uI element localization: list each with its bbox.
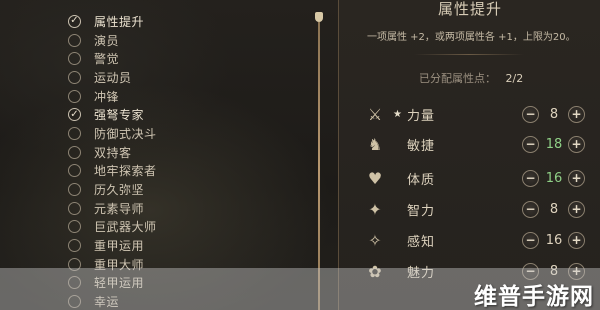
radio-circle-icon[interactable] <box>68 52 81 66</box>
attribute-name: 敏捷 <box>407 138 436 154</box>
points-value: 2/2 <box>505 72 524 85</box>
decrease-button[interactable]: − <box>522 200 539 218</box>
attribute-row: ✧ 感知 −16 + <box>339 227 600 253</box>
feat-label: 历久弥坚 <box>94 183 145 198</box>
radio-circle-icon[interactable] <box>68 183 81 197</box>
attribute-name: 体质 <box>407 172 436 188</box>
increase-button[interactable]: + <box>568 200 585 218</box>
divider <box>414 54 524 55</box>
book-icon: ✦ <box>368 199 382 219</box>
sword-arm-icon: ⚔ <box>367 104 383 124</box>
attribute-value: 8 <box>549 201 559 217</box>
feat-item[interactable]: 巨武器大师 <box>68 218 298 237</box>
radio-circle-icon[interactable] <box>68 126 81 140</box>
feat-label: 冲锋 <box>94 89 120 104</box>
feat-label: 重甲运用 <box>94 239 145 254</box>
radio-circle-icon[interactable] <box>68 70 81 84</box>
points-label: 已分配属性点： <box>419 72 496 85</box>
attribute-row: ♥ 体质 −16 + <box>339 165 600 191</box>
radio-circle-icon[interactable] <box>68 164 81 178</box>
checkmark-icon[interactable]: ✓ <box>68 108 81 122</box>
feat-label: 防御式决斗 <box>94 126 157 141</box>
decrease-button[interactable]: − <box>522 231 539 249</box>
feat-item[interactable]: 冲锋 <box>68 87 298 106</box>
feat-list: ✓ 属性提升演员警觉运动员冲锋 ✓ 强弩专家防御式决斗双持客地牢探索者历久弥坚元素导师… <box>68 12 298 310</box>
feat-item[interactable]: 警觉 <box>68 49 298 68</box>
attribute-name: 感知 <box>407 234 436 250</box>
increase-button[interactable]: + <box>568 135 585 153</box>
panel-title: 属性提升 <box>437 0 502 18</box>
feat-item[interactable]: 历久弥坚 <box>68 180 298 199</box>
feat-label: 运动员 <box>94 70 132 85</box>
boot-icon: ♞ <box>367 134 383 154</box>
radio-circle-icon[interactable] <box>68 201 81 215</box>
feat-item[interactable]: ✓ 属性提升 <box>68 12 298 31</box>
scrollbar-thumb[interactable] <box>315 12 323 22</box>
feat-item[interactable]: ✓ 强弩专家 <box>68 105 298 124</box>
feat-item[interactable]: 演员 <box>68 31 298 50</box>
scrollbar-track[interactable] <box>318 22 320 310</box>
feat-item[interactable]: 防御式决斗 <box>68 124 298 143</box>
site-watermark: 维普手游网 <box>474 284 594 310</box>
feat-item[interactable]: 运动员 <box>68 68 298 87</box>
radio-circle-icon[interactable] <box>68 89 81 103</box>
feat-label: 元素导师 <box>94 201 145 216</box>
radio-circle-icon[interactable] <box>68 33 81 47</box>
increase-button[interactable]: + <box>568 231 585 249</box>
attribute-row: ⚔ ★ 力量 −8 + <box>339 101 600 127</box>
increase-button[interactable]: + <box>568 105 585 123</box>
decrease-button[interactable]: − <box>522 169 539 187</box>
decrease-button[interactable]: − <box>522 135 539 153</box>
panel-description: 一项属性 +2，或两项属性各 +1，上限为20。 <box>367 32 576 43</box>
checkmark-icon[interactable]: ✓ <box>68 14 81 28</box>
feat-label: 属性提升 <box>94 14 145 29</box>
star-icon: ★ <box>393 108 402 120</box>
decrease-button[interactable]: − <box>522 105 539 123</box>
feat-label: 巨武器大师 <box>94 220 157 235</box>
radio-circle-icon[interactable] <box>68 145 81 159</box>
assigned-points: 已分配属性点： 2/2 <box>419 70 523 86</box>
radio-circle-icon[interactable] <box>68 239 81 253</box>
attribute-value: 8 <box>549 106 559 122</box>
increase-button[interactable]: + <box>568 169 585 187</box>
attribute-name: 力量 <box>407 108 436 124</box>
feat-label: 警觉 <box>94 52 120 67</box>
feat-item[interactable]: 双持客 <box>68 143 298 162</box>
heart-shield-icon: ♥ <box>367 168 383 188</box>
feat-label: 强弩专家 <box>94 108 145 123</box>
attribute-value: 16 <box>545 170 563 186</box>
feat-label: 演员 <box>94 33 120 48</box>
attribute-row: ♞ 敏捷 −18 + <box>339 131 600 157</box>
feat-item[interactable]: 重甲运用 <box>68 236 298 255</box>
feat-label: 双持客 <box>94 145 132 160</box>
attribute-name: 智力 <box>407 203 436 219</box>
radio-circle-icon[interactable] <box>68 220 81 234</box>
attribute-row: ✦ 智力 −8 + <box>339 196 600 222</box>
feat-item[interactable]: 元素导师 <box>68 199 298 218</box>
ability-improvement-panel: 属性提升 一项属性 +2，或两项属性各 +1，上限为20。 已分配属性点： 2/… <box>338 0 600 310</box>
attribute-value: 18 <box>545 136 563 152</box>
feat-label: 地牢探索者 <box>94 164 157 179</box>
attribute-value: 16 <box>545 232 563 248</box>
eye-scroll-icon: ✧ <box>368 230 382 250</box>
feat-item[interactable]: 地牢探索者 <box>68 162 298 181</box>
